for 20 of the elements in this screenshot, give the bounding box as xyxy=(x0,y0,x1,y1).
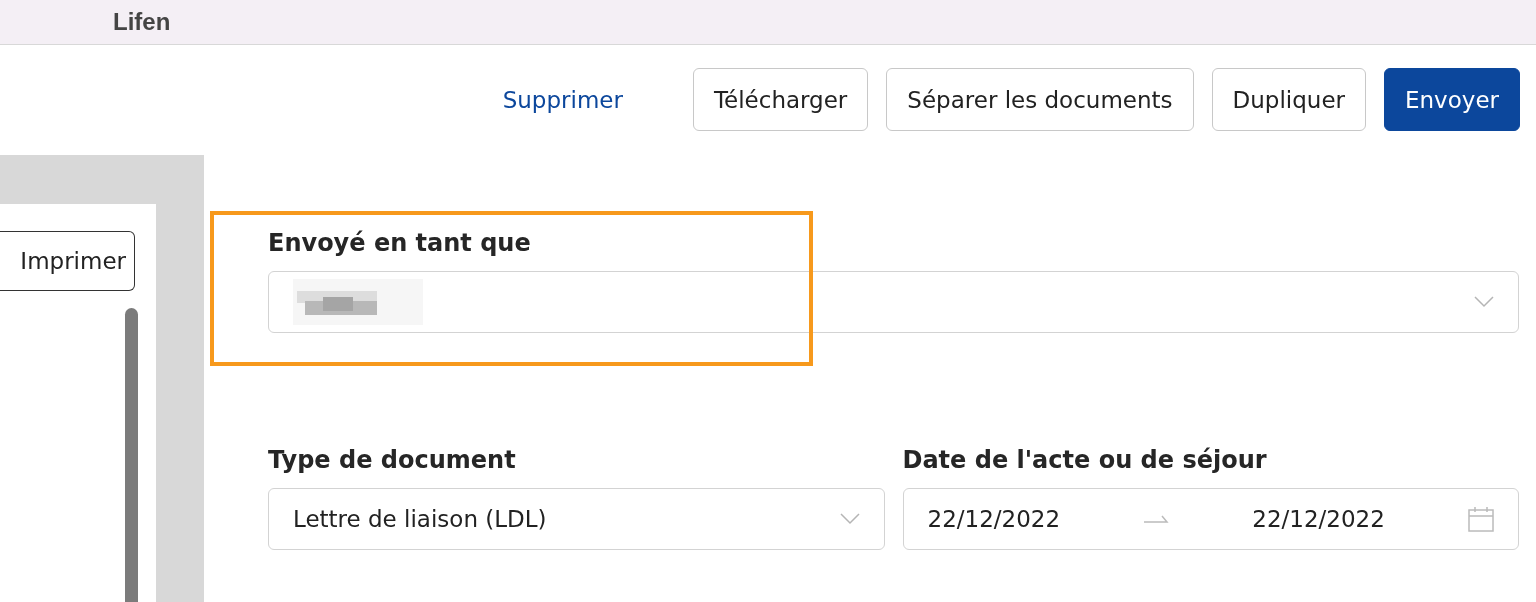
date-range-field[interactable]: 22/12/2022 22/12/2022 xyxy=(902,488,1519,550)
select-value: Lettre de liaison (LDL) xyxy=(293,506,547,532)
sender-select[interactable] xyxy=(268,271,1519,333)
chevron-down-icon xyxy=(839,513,860,525)
field-label: Type de document xyxy=(268,446,517,474)
print-button[interactable]: Imprimer xyxy=(0,231,135,291)
scrollbar-thumb[interactable] xyxy=(125,308,138,602)
start-date: 22/12/2022 xyxy=(927,506,1061,532)
app-title: Lifen xyxy=(113,8,171,36)
end-date: 22/12/2022 xyxy=(1252,506,1385,532)
document-type-select[interactable]: Lettre de liaison (LDL) xyxy=(268,488,885,550)
field-label: Envoyé en tant que xyxy=(268,229,532,257)
field-label: Date de l'acte ou de séjour xyxy=(902,446,1268,474)
action-button[interactable]: Séparer les documents xyxy=(886,68,1194,131)
chevron-down-icon xyxy=(1474,296,1494,308)
calendar-icon xyxy=(1468,506,1494,532)
delete-link[interactable]: Supprimer xyxy=(482,68,643,131)
action-button[interactable]: Envoyer xyxy=(1384,68,1520,131)
action-button[interactable]: Dupliquer xyxy=(1211,68,1366,131)
action-button[interactable]: Télécharger xyxy=(692,68,869,131)
